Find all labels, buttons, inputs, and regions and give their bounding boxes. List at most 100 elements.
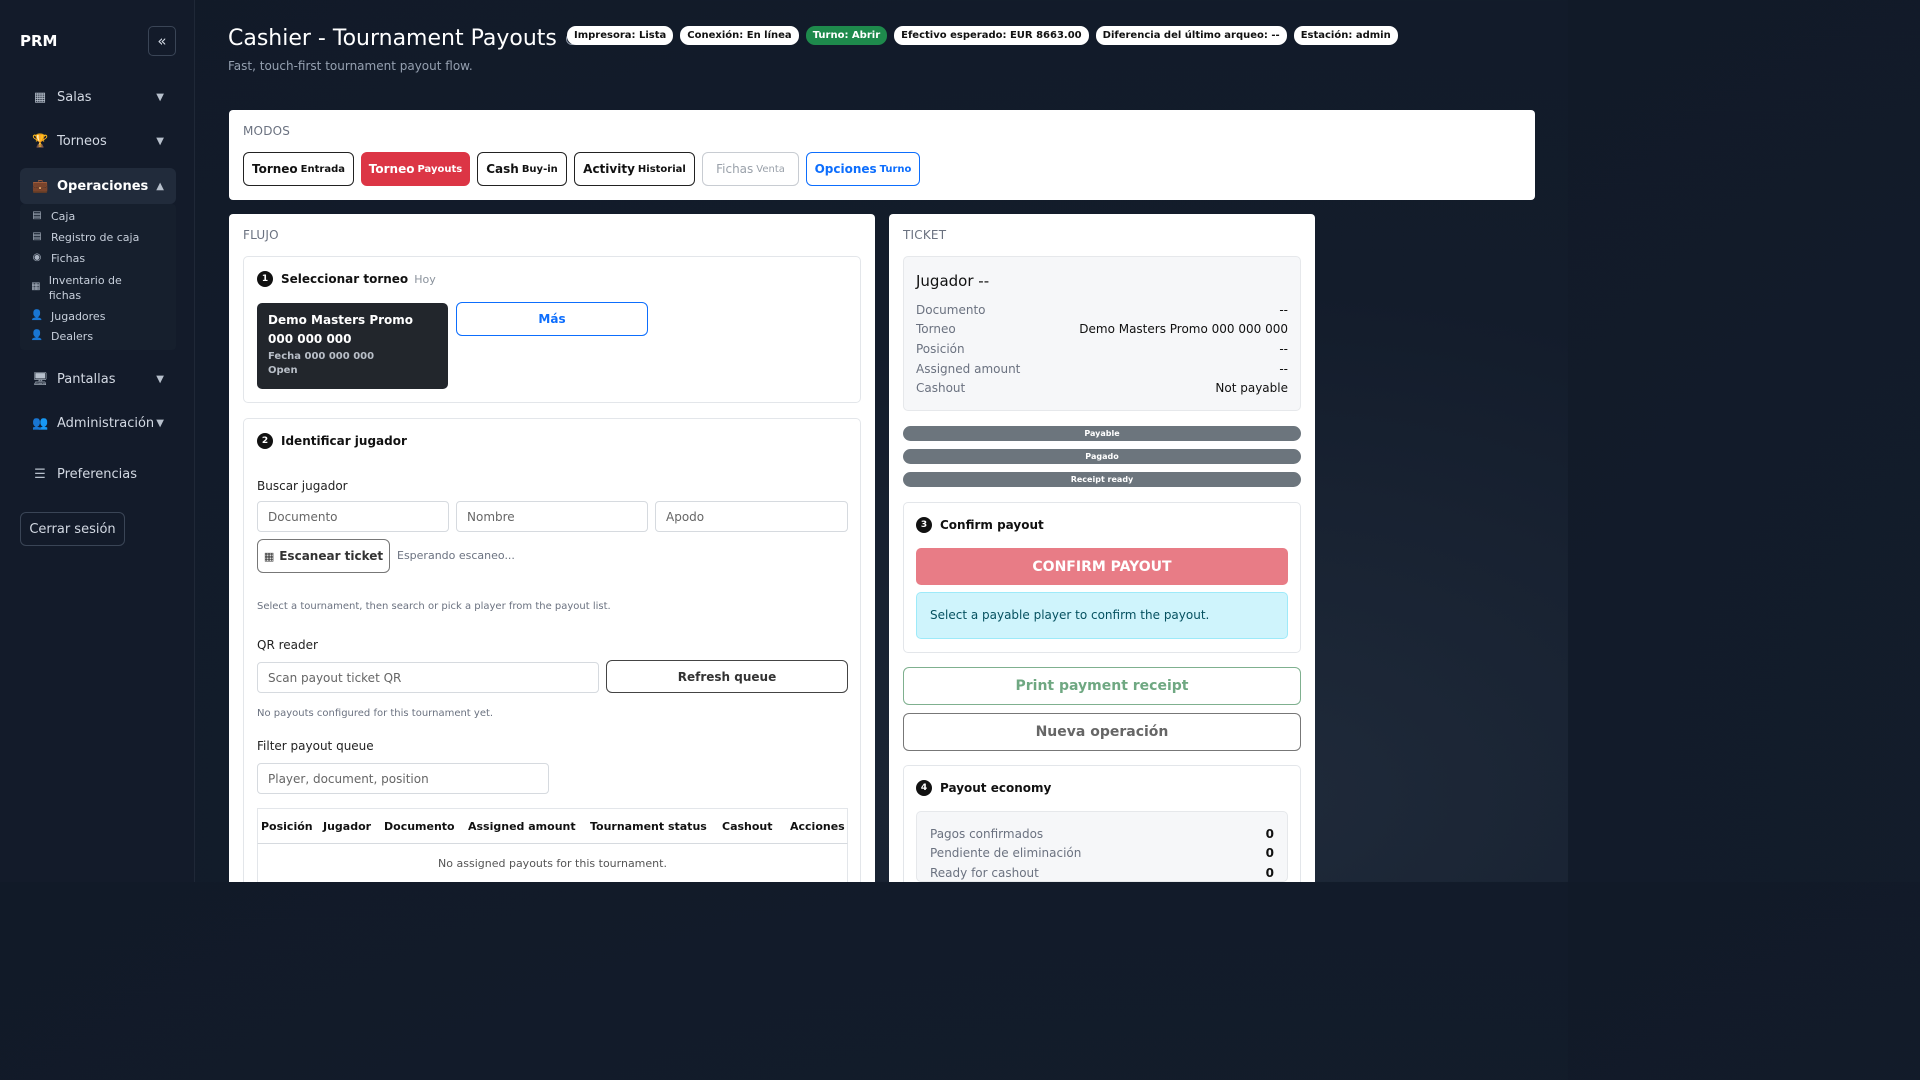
book-icon: ▤: [32, 231, 42, 242]
ticket-row-documento: Documento --: [916, 303, 1288, 317]
sidebar-item-label: Torneos: [57, 133, 107, 149]
payout-table-header: Posición Jugador Documento Assigned amou…: [257, 808, 848, 844]
sliders-icon: ☰: [34, 466, 46, 482]
mode-small-label: Historial: [637, 163, 686, 175]
more-tournaments-button[interactable]: Más: [456, 302, 648, 336]
user-icon: 👤: [30, 310, 44, 321]
printer-status-badge: Impresora: Lista: [567, 26, 674, 45]
economy-key: Pendiente de eliminación: [930, 846, 1082, 860]
no-payouts-message: No payouts configured for this tournamen…: [257, 708, 494, 719]
sidebar-item-salas[interactable]: ▦ Salas ▼: [20, 79, 176, 115]
ticket-value: --: [1279, 303, 1288, 317]
ticket-value: --: [1279, 342, 1288, 356]
step2-header: 2 Identificar jugador: [257, 433, 407, 449]
last-count-diff-badge: Diferencia del último arqueo: --: [1095, 26, 1287, 45]
step-title: Seleccionar torneo: [281, 272, 409, 286]
sidebar-subitem-dealers[interactable]: 👤 Dealers: [30, 330, 93, 343]
tournament-status: Open: [268, 365, 298, 376]
sidebar-subitem-registro[interactable]: ▤ Registro de caja: [30, 231, 139, 244]
col-jugador: Jugador: [323, 819, 372, 833]
sidebar-subitem-jugadores[interactable]: 👤 Jugadores: [30, 310, 106, 323]
economy-value: 0: [1265, 827, 1274, 841]
mode-torneo-entrada-button[interactable]: Torneo Entrada: [243, 152, 354, 186]
double-chevron-left-icon: «: [157, 32, 167, 50]
col-posicion: Posición: [261, 819, 313, 833]
grid-icon: ▦: [33, 89, 47, 105]
scan-ticket-button[interactable]: ▦ Escanear ticket: [257, 539, 390, 573]
step-number: 4: [916, 780, 932, 796]
step-title: Identificar jugador: [281, 434, 407, 448]
step-title: Payout economy: [940, 781, 1052, 795]
monitor-icon: 🖥: [32, 371, 49, 387]
sidebar-subitem-caja[interactable]: ▤ Caja: [30, 210, 75, 223]
trophy-icon: 🏆: [32, 133, 49, 149]
sidebar-item-preferencias[interactable]: ☰ Preferencias: [20, 456, 176, 492]
ticket-key: Cashout: [916, 381, 966, 395]
economy-value: 0: [1265, 846, 1274, 860]
mode-torneo-payouts-button[interactable]: Torneo Payouts: [361, 152, 470, 186]
col-cashout: Cashout: [722, 819, 773, 833]
print-receipt-button[interactable]: Print payment receipt: [903, 667, 1301, 705]
refresh-queue-button[interactable]: Refresh queue: [606, 660, 848, 693]
documento-input[interactable]: Documento: [257, 501, 449, 532]
qr-input[interactable]: Scan payout ticket QR: [257, 662, 599, 693]
economy-row-ready: Ready for cashout 0: [930, 866, 1274, 880]
sidebar-item-pantallas[interactable]: 🖥 Pantallas ▼: [20, 361, 176, 397]
apodo-input[interactable]: Apodo: [655, 501, 848, 532]
sidebar-subitem-fichas[interactable]: ◉ Fichas: [30, 252, 85, 265]
step4-header: 4 Payout economy: [916, 780, 1051, 796]
sidebar-item-label: Preferencias: [57, 466, 138, 482]
nombre-input[interactable]: Nombre: [456, 501, 648, 532]
confirm-payout-button[interactable]: CONFIRM PAYOUT: [916, 548, 1288, 585]
mode-main-label: Fichas: [716, 162, 754, 176]
page-subtitle: Fast, touch-first tournament payout flow…: [228, 59, 473, 73]
flow-label: FLUJO: [243, 228, 279, 242]
modes-label: MODOS: [243, 124, 291, 138]
register-icon: ▤: [32, 210, 42, 221]
ticket-value: --: [1279, 362, 1288, 376]
chevron-down-icon: ▼: [156, 135, 164, 147]
sidebar-item-label: Operaciones: [57, 178, 149, 194]
mode-activity-historial-button[interactable]: Activity Historial: [574, 152, 695, 186]
chevron-down-icon: ▼: [156, 91, 164, 103]
tournament-name: Demo Masters Promo 000 000 000: [268, 313, 414, 346]
tournament-card[interactable]: Demo Masters Promo 000 000 000 Fecha 000…: [257, 303, 448, 389]
filter-queue-input[interactable]: Player, document, position: [257, 763, 549, 794]
briefcase-icon: 💼: [32, 178, 49, 194]
mode-opciones-turno-button[interactable]: Opciones Turno: [806, 152, 920, 186]
chevron-down-icon: ▼: [156, 373, 164, 385]
mode-main-label: Torneo: [251, 162, 298, 176]
step-title: Confirm payout: [940, 518, 1044, 532]
ticket-key: Assigned amount: [916, 362, 1021, 376]
mode-main-label: Cash: [486, 162, 519, 176]
tournament-date: Fecha 000 000 000: [268, 351, 375, 362]
status-pill-receipt: Receipt ready: [903, 472, 1301, 487]
col-documento: Documento: [384, 819, 455, 833]
subitem-label: Caja: [51, 210, 76, 223]
ticket-label: TICKET: [903, 228, 947, 242]
sidebar-item-operaciones[interactable]: 💼 Operaciones ▲: [20, 168, 176, 204]
mode-main-label: Opciones: [814, 162, 877, 176]
economy-key: Ready for cashout: [930, 866, 1039, 880]
sidebar: PRM « ▦ Salas ▼ 🏆 Torneos ▼ 💼 Operacione…: [0, 0, 195, 882]
mode-main-label: Activity: [583, 162, 635, 176]
sidebar-subitem-inventario[interactable]: ▦ Inventario de fichas: [30, 273, 140, 303]
mode-fichas-venta-button[interactable]: Fichas Venta: [702, 152, 799, 186]
status-pill-pagado: Pagado: [903, 449, 1301, 464]
new-operation-button[interactable]: Nueva operación: [903, 713, 1301, 751]
shift-status-badge: Turno: Abrir: [805, 26, 888, 45]
step-number: 1: [257, 271, 273, 287]
collapse-sidebar-button[interactable]: «: [148, 26, 176, 56]
chevron-down-icon: ▼: [156, 417, 164, 429]
sidebar-item-administracion[interactable]: 👥 Administración ▼: [20, 405, 176, 441]
sidebar-item-torneos[interactable]: 🏆 Torneos ▼: [20, 123, 176, 159]
brand-logo: PRM: [20, 32, 58, 50]
economy-value: 0: [1265, 866, 1274, 880]
step-number: 2: [257, 433, 273, 449]
mode-small-label: Turno: [879, 163, 912, 175]
sidebar-item-label: Administración: [57, 415, 155, 431]
logout-button[interactable]: Cerrar sesión: [20, 512, 125, 546]
mode-cash-buyin-button[interactable]: Cash Buy-in: [477, 152, 567, 186]
mode-small-label: Venta: [756, 163, 785, 175]
economy-row-pending: Pendiente de eliminación 0: [930, 846, 1274, 860]
